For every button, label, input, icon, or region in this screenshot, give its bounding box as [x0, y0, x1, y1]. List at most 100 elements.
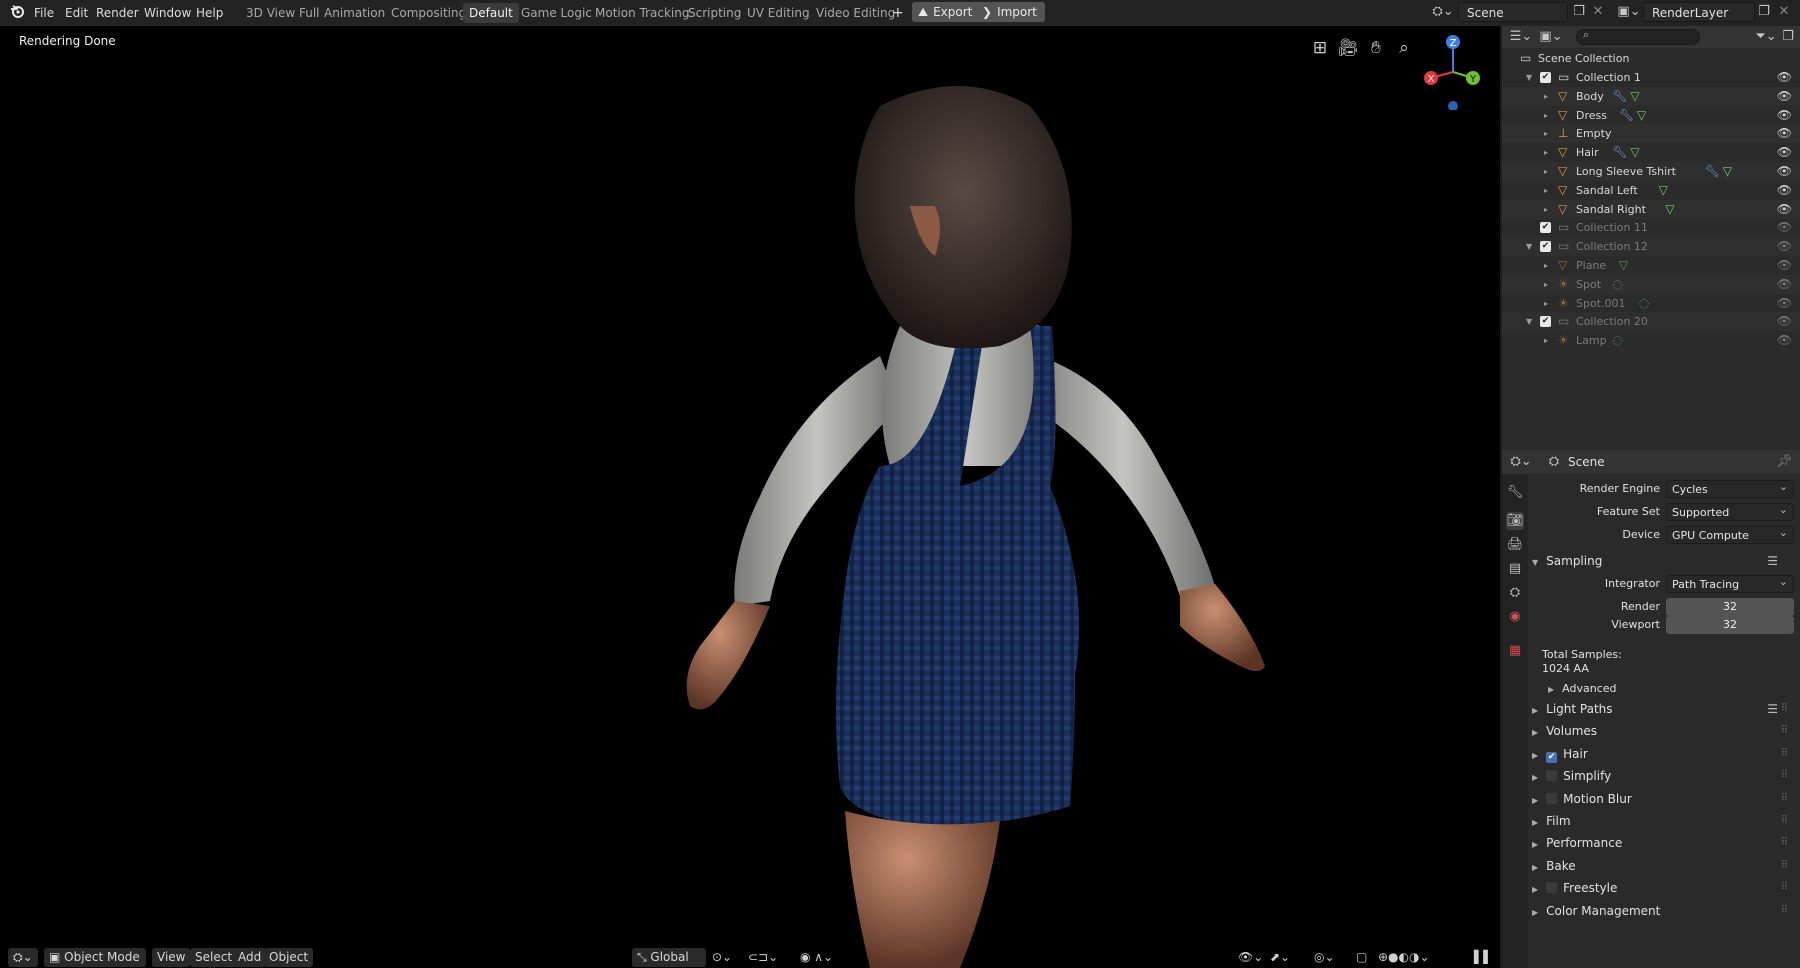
panel-header[interactable]: ▶ Light Paths ☰ ⠿ [1532, 698, 1794, 720]
grid-view-icon[interactable]: ⊞ [1308, 36, 1332, 60]
transform-orientation-select[interactable]: ⤡ Global ⌄ [632, 948, 706, 967]
menu-add[interactable]: Add [233, 948, 267, 967]
panel-header[interactable]: ▶ Freestyle ⠿ [1532, 877, 1794, 899]
modifier-wrench-icon[interactable]: 🔧︎ [1619, 106, 1634, 125]
tab-video-editing[interactable]: Video Editing [810, 3, 901, 23]
tool-tab-icon[interactable]: 🔧︎ [1506, 484, 1524, 502]
panel-enable-checkbox[interactable] [1546, 882, 1558, 894]
pan-hand-icon[interactable]: ✋︎ [1364, 36, 1388, 60]
mesh-data-icon[interactable]: ▽ [1665, 200, 1674, 219]
visibility-eye-icon[interactable]: 👁︎ [1777, 200, 1792, 219]
panel-header[interactable]: ▶ Bake ⠿ [1532, 855, 1794, 877]
gizmo-toggle-icon[interactable]: ⬈⌄ [1270, 948, 1290, 967]
visibility-eye-icon[interactable]: 👁︎ [1777, 275, 1792, 294]
new-scene-icon[interactable]: ❐ [1570, 2, 1588, 22]
expand-triangle-icon[interactable]: ▼ [1526, 237, 1532, 256]
include-checkbox[interactable]: ✔ [1540, 316, 1551, 328]
drag-handle-icon[interactable]: ⠿ [1781, 743, 1788, 765]
panel-header[interactable]: ▶ Color Management ⠿ [1532, 900, 1794, 922]
expand-triangle-icon[interactable]: ▸ [1544, 143, 1548, 162]
drag-handle-icon[interactable]: ⠿ [1781, 720, 1788, 742]
drag-handle-icon[interactable]: ⠿ [1781, 765, 1788, 787]
preset-list-icon[interactable]: ☰ [1767, 550, 1778, 572]
delete-layer-icon[interactable]: ✕ [1776, 2, 1792, 22]
outliner-row[interactable]: ▸ ☀ Spot ◌ 👁︎ [1502, 274, 1800, 294]
export-button[interactable]: ⛰ Export [912, 2, 981, 22]
integrator-select[interactable]: Path Tracing [1666, 573, 1794, 593]
outliner-row[interactable]: ▼ ✔ ▭ Collection 12 👁︎ [1502, 237, 1800, 257]
expand-triangle-icon[interactable]: ▼ [1526, 312, 1532, 331]
expand-triangle-icon[interactable]: ▸ [1544, 124, 1548, 143]
drag-handle-icon[interactable]: ⠿ [1781, 900, 1788, 922]
panel-enable-checkbox[interactable] [1546, 792, 1558, 804]
shading-modes-icon[interactable]: ⊕●◐◑⌄ [1378, 948, 1430, 967]
outliner-row[interactable]: ▼ ✔ ▭ Collection 20 👁︎ [1502, 312, 1800, 332]
menu-object[interactable]: Object [264, 948, 314, 967]
overlay-toggle-icon[interactable]: ◎⌄ [1314, 948, 1335, 967]
expand-triangle-icon[interactable]: ▸ [1544, 87, 1548, 106]
visibility-eye-icon[interactable]: 👁︎ [1777, 143, 1792, 162]
outliner-search-input[interactable]: ⌕ [1576, 28, 1700, 45]
sampling-panel-header[interactable]: ▼ Sampling ☰ [1532, 550, 1794, 572]
menu-file[interactable]: File [34, 4, 54, 22]
panel-header[interactable]: ▶ ✔ Hair ⠿ [1532, 743, 1794, 765]
visibility-eye-icon[interactable]: 👁︎ [1777, 331, 1792, 350]
import-button[interactable]: ❯ Import [978, 2, 1045, 22]
expand-triangle-icon[interactable]: ▸ [1544, 256, 1548, 275]
tab-default[interactable]: Default [463, 3, 519, 23]
xray-icon[interactable]: ▢ [1356, 948, 1367, 967]
expand-triangle-icon[interactable]: ▸ [1544, 275, 1548, 294]
delete-scene-icon[interactable]: ✕ [1590, 2, 1606, 22]
texture-tab-icon[interactable]: ▦ [1506, 642, 1524, 660]
tab-game-logic[interactable]: Game Logic [515, 3, 598, 23]
menu-help[interactable]: Help [196, 4, 223, 22]
outliner-row[interactable]: ▸ ▽ Hair 🔧︎ ▽ 👁︎ [1502, 143, 1800, 162]
visibility-eye-icon[interactable]: 👁︎ [1777, 218, 1792, 237]
panel-enable-checkbox[interactable] [1546, 770, 1558, 782]
scene-tab-icon[interactable]: ⛭ [1506, 584, 1524, 602]
include-checkbox[interactable]: ✔ [1540, 241, 1551, 253]
proportional-edit-icon[interactable]: ◉ ∧⌄ [800, 948, 833, 967]
new-collection-icon[interactable]: ❐ [1780, 27, 1796, 47]
tab-animation[interactable]: Animation [318, 3, 391, 23]
3d-viewport[interactable]: Rendering Done ⊞ 🎥︎ ✋︎ ⌕ Z Y X ⛭⌄ ▣ Obje… [0, 26, 1500, 968]
drag-handle-icon[interactable]: ⠿ [1781, 877, 1788, 899]
menu-window[interactable]: Window [144, 4, 191, 22]
expand-triangle-icon[interactable]: ▸ [1544, 294, 1548, 313]
outliner-row[interactable]: ▸ ▽ Body 🔧︎ ▽ 👁︎ [1502, 86, 1800, 106]
visibility-eye-icon[interactable]: 👁︎ [1777, 181, 1792, 200]
expand-triangle-icon[interactable]: ▸ [1544, 181, 1548, 200]
camera-view-icon[interactable]: 🎥︎ [1336, 36, 1360, 60]
navigation-gizmo[interactable]: Z Y X [1420, 30, 1490, 110]
panel-header[interactable]: ▶ Simplify ⠿ [1532, 765, 1794, 787]
light-data-icon[interactable]: ◌ [1639, 294, 1649, 313]
editor-type-button[interactable]: ⛭⌄ [8, 948, 38, 967]
outliner-row[interactable]: ▸ ☀ Lamp ◌ 👁︎ [1502, 331, 1800, 350]
new-layer-icon[interactable]: ❐ [1755, 2, 1773, 22]
menu-select[interactable]: Select [190, 948, 238, 967]
modifier-wrench-icon[interactable]: 🔧︎ [1612, 143, 1627, 162]
preset-list-icon[interactable]: ☰ [1767, 698, 1778, 720]
drag-handle-icon[interactable]: ⠿ [1781, 810, 1788, 832]
mesh-data-icon[interactable]: ▽ [1630, 143, 1639, 162]
outliner-row[interactable]: ▸ ▽ Sandal Left ▽ 👁︎ [1502, 181, 1800, 200]
filter-icon[interactable]: ⏷⌄ [1754, 27, 1778, 47]
display-mode-icon[interactable]: ▣⌄ [1538, 27, 1564, 47]
light-data-icon[interactable]: ◌ [1612, 331, 1622, 350]
visibility-eye-icon[interactable]: 👁︎ [1777, 237, 1792, 256]
add-workspace-button[interactable]: + [892, 4, 904, 22]
feature-set-select[interactable]: Supported [1666, 501, 1794, 521]
visibility-eye-icon[interactable]: 👁︎ [1777, 312, 1792, 331]
include-checkbox[interactable]: ✔ [1540, 72, 1551, 83]
pivot-icon[interactable]: ⊙⌄ [712, 948, 732, 967]
advanced-subpanel[interactable]: ▶ Advanced [1548, 678, 1800, 700]
mode-select[interactable]: ▣ Object Mode ⌄ [44, 948, 146, 967]
outliner-row[interactable]: ▸ ⊥ Empty 👁︎ [1502, 124, 1800, 144]
zoom-icon[interactable]: ⌕ [1392, 36, 1416, 60]
modifier-wrench-icon[interactable]: 🔧︎ [1612, 87, 1627, 106]
render-tab-icon[interactable]: 📷︎ [1506, 512, 1524, 530]
pause-render-icon[interactable]: ▌▌ [1474, 948, 1492, 967]
panel-enable-checkbox[interactable]: ✔ [1546, 751, 1558, 763]
visibility-eye-icon[interactable]: 👁︎ [1777, 256, 1792, 275]
outliner-row[interactable]: ✔ ▭ Collection 11 👁︎ [1502, 218, 1800, 237]
